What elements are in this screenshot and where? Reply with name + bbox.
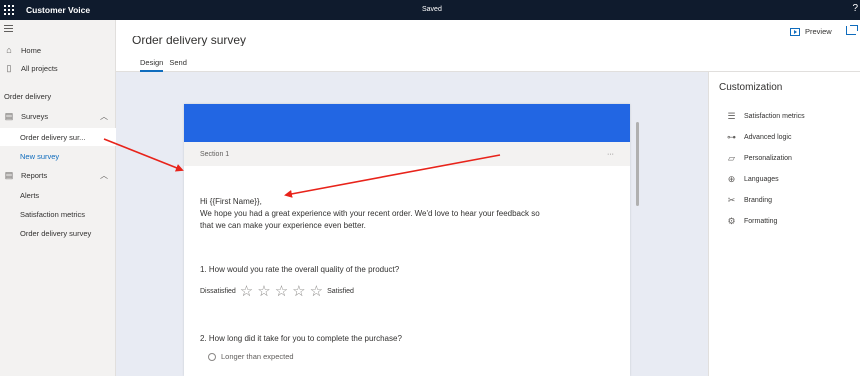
star-icon[interactable]: ☆: [257, 284, 270, 299]
customization-panel: Customization ☰ Satisfaction metrics ⊶ A…: [708, 72, 860, 376]
question-2-title[interactable]: 2. How long did it take for you to compl…: [200, 334, 614, 343]
app-launcher-icon[interactable]: [3, 4, 15, 16]
nav-item-surveys[interactable]: ▤ Surveys ︿: [0, 107, 116, 125]
preview-button[interactable]: Preview: [790, 27, 832, 36]
rating-low-label: Dissatisfied: [200, 288, 236, 295]
app-top-bar: Customer Voice Saved ?: [0, 0, 860, 20]
star-icon[interactable]: ☆: [292, 284, 305, 299]
nav-item-order-delivery-report[interactable]: Order delivery survey: [0, 224, 116, 242]
nav-item-all-projects[interactable]: ▯ All projects: [0, 59, 116, 77]
save-status: Saved: [422, 6, 442, 13]
panel-item-satisfaction-metrics[interactable]: ☰ Satisfaction metrics: [727, 111, 805, 121]
nav-item-alerts[interactable]: Alerts: [0, 186, 116, 204]
intro-line-1: We hope you had a great experience with …: [200, 209, 540, 218]
panel-item-branding[interactable]: ✂ Branding: [727, 196, 772, 205]
nav-item-label: All projects: [21, 63, 58, 73]
nav-item-satisfaction-metrics[interactable]: Satisfaction metrics: [0, 205, 116, 223]
chevron-up-icon[interactable]: ︿: [100, 170, 110, 181]
nav-project-header: Order delivery: [4, 91, 52, 101]
tab-bar: Design Send: [140, 58, 187, 72]
panel-item-advanced-logic[interactable]: ⊶ Advanced logic: [727, 133, 791, 142]
panel-item-label: Advanced logic: [744, 134, 792, 141]
left-nav: ⌂ Home ▯ All projects Order delivery ▤ S…: [0, 20, 116, 376]
nav-item-reports[interactable]: ▤ Reports ︿: [0, 166, 116, 184]
app-title[interactable]: Customer Voice: [26, 5, 90, 15]
survey-body: Hi {{First Name}}, We hope you had a gre…: [184, 166, 630, 361]
nav-item-order-delivery-survey[interactable]: Order delivery sur...: [0, 128, 116, 146]
choice-option[interactable]: Longer than expected: [200, 352, 614, 361]
section-header[interactable]: Section 1 ···: [184, 142, 630, 166]
panel-title: Customization: [719, 82, 783, 93]
nav-item-label: Home: [21, 45, 42, 55]
question-1-title[interactable]: 1. How would you rate the overall qualit…: [200, 265, 614, 274]
panel-item-label: Languages: [744, 176, 779, 183]
preview-label: Preview: [805, 27, 832, 36]
gear-icon: ⚙: [727, 216, 736, 226]
branding-icon: ✂: [727, 195, 736, 205]
survey-header: Order delivery survey Design Send Previe…: [116, 20, 860, 72]
personalization-icon: ▱: [728, 153, 735, 163]
section-title: Section 1: [200, 150, 230, 158]
panel-item-languages[interactable]: ⊕ Languages: [727, 175, 779, 184]
logic-icon: ⊶: [727, 132, 736, 142]
rating-high-label: Satisfied: [327, 288, 354, 295]
document-icon: ▯: [6, 62, 12, 73]
tab-design[interactable]: Design: [140, 58, 164, 72]
report-icon: ▤: [4, 169, 14, 180]
satisfaction-icon: ☰: [727, 111, 736, 121]
nav-item-home[interactable]: ⌂ Home: [0, 41, 116, 59]
panel-item-label: Personalization: [744, 155, 792, 162]
greeting-text: Hi {{First Name}},: [200, 197, 262, 206]
tab-send[interactable]: Send: [169, 58, 187, 72]
panel-item-label: Formatting: [744, 218, 778, 225]
choice-label: Longer than expected: [221, 352, 294, 361]
home-icon: ⌂: [6, 45, 12, 55]
radio-button[interactable]: [208, 352, 216, 361]
intro-line-2: that we can make your experience even be…: [200, 221, 366, 230]
nav-item-label: Reports: [21, 170, 48, 180]
nav-item-new-survey[interactable]: New survey: [0, 147, 116, 165]
survey-card: Section 1 ··· Hi {{First Name}}, We hope…: [184, 104, 630, 376]
star-icon[interactable]: ☆: [275, 284, 288, 299]
share-icon[interactable]: [846, 25, 858, 35]
survey-banner[interactable]: [184, 104, 630, 142]
page-title: Order delivery survey: [132, 36, 247, 46]
more-options-icon[interactable]: ···: [607, 151, 614, 158]
panel-item-formatting[interactable]: ⚙ Formatting: [727, 217, 777, 226]
panel-item-label: Branding: [744, 197, 773, 204]
star-icon[interactable]: ☆: [310, 284, 323, 299]
help-icon[interactable]: ?: [852, 3, 858, 14]
panel-item-personalization[interactable]: ▱ Personalization: [727, 154, 792, 163]
design-canvas: Section 1 ··· Hi {{First Name}}, We hope…: [116, 72, 708, 376]
survey-intro[interactable]: Hi {{First Name}}, We hope you had a gre…: [200, 196, 614, 232]
menu-icon[interactable]: [4, 25, 13, 32]
star-rating: Dissatisfied ☆ ☆ ☆ ☆ ☆ Satisfied: [200, 284, 614, 299]
panel-item-label: Satisfaction metrics: [744, 113, 805, 120]
chevron-up-icon[interactable]: ︿: [100, 111, 110, 122]
canvas-scrollbar[interactable]: [636, 122, 639, 206]
nav-item-label: Surveys: [21, 111, 49, 121]
globe-icon: ⊕: [727, 174, 736, 184]
preview-icon: [790, 27, 800, 36]
star-icon[interactable]: ☆: [240, 284, 253, 299]
survey-icon: ▤: [4, 110, 14, 121]
